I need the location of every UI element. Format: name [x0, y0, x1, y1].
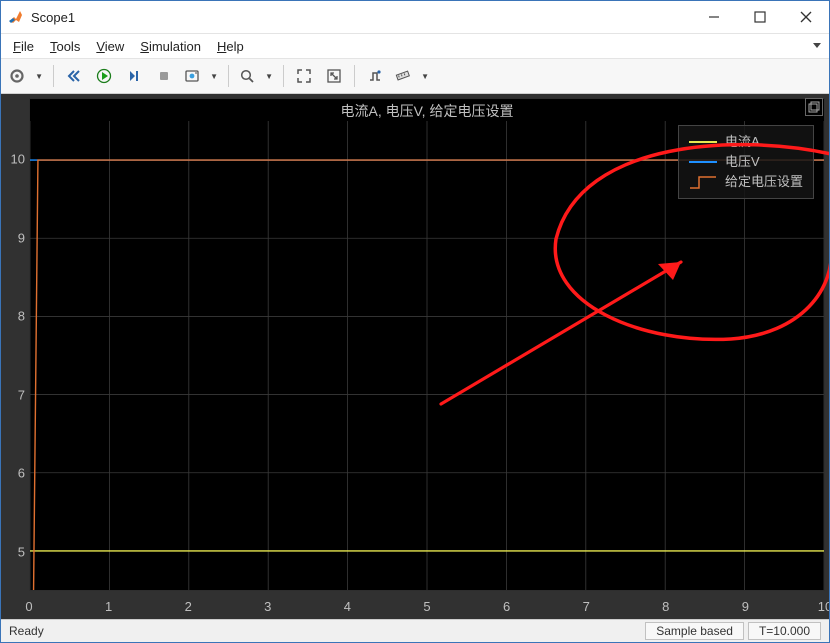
- caret-down-icon: ▼: [35, 72, 43, 81]
- x-tick-label: 2: [185, 599, 192, 614]
- toolbar-separator: [53, 65, 54, 87]
- x-tick-label: 5: [423, 599, 430, 614]
- menu-file[interactable]: File: [7, 37, 44, 56]
- y-tick-label: 5: [18, 544, 25, 559]
- caret-down-icon: ▼: [421, 72, 429, 81]
- y-tick-label: 9: [18, 230, 25, 245]
- menu-help[interactable]: Help: [211, 37, 254, 56]
- stop-button[interactable]: [150, 62, 178, 90]
- maximize-button[interactable]: [737, 1, 783, 33]
- toolbar-separator: [283, 65, 284, 87]
- toolbar: ▼ ▼ ▼: [1, 59, 829, 94]
- status-mode: Sample based: [645, 622, 744, 640]
- menubar-corner-icon[interactable]: [811, 40, 823, 52]
- toolbar-separator: [228, 65, 229, 87]
- x-tick-label: 4: [344, 599, 351, 614]
- zoom-button[interactable]: ▼: [235, 62, 277, 90]
- x-tick-label: 9: [742, 599, 749, 614]
- legend-item: 电压V: [689, 152, 803, 172]
- legend-label: 电压V: [725, 152, 760, 172]
- status-bar: Ready Sample based T=10.000: [1, 619, 829, 642]
- titlebar: Scope1: [1, 1, 829, 34]
- matlab-icon: [7, 8, 25, 26]
- legend-label: 电流A: [725, 132, 760, 152]
- measurements-button[interactable]: ▼: [391, 62, 433, 90]
- run-button[interactable]: [90, 62, 118, 90]
- y-tick-label: 8: [18, 309, 25, 324]
- chart[interactable]: 电流A, 电压V, 给定电压设置 电流A 电压V 给定电压设置: [29, 98, 825, 591]
- fit-button[interactable]: [320, 62, 348, 90]
- x-tick-label: 7: [583, 599, 590, 614]
- app-window: Scope1 File Tools View Simulation Help ▼: [0, 0, 830, 643]
- legend-item: 给定电压设置: [689, 172, 803, 192]
- rewind-button[interactable]: [60, 62, 88, 90]
- legend-swatch: [689, 161, 717, 163]
- autofit-button[interactable]: [290, 62, 318, 90]
- menu-tools[interactable]: Tools: [44, 37, 90, 56]
- menu-simulation[interactable]: Simulation: [134, 37, 211, 56]
- chart-legend[interactable]: 电流A 电压V 给定电压设置: [678, 125, 814, 199]
- window-title: Scope1: [31, 10, 75, 25]
- x-tick-label: 3: [264, 599, 271, 614]
- close-button[interactable]: [783, 1, 829, 33]
- x-tick-label: 6: [503, 599, 510, 614]
- legend-item: 电流A: [689, 132, 803, 152]
- y-axis-labels: 5 6 7 8 9 10: [1, 120, 29, 591]
- config-button[interactable]: ▼: [5, 62, 47, 90]
- legend-swatch: [689, 141, 717, 143]
- caret-down-icon: ▼: [210, 72, 218, 81]
- caret-down-icon: ▼: [265, 72, 273, 81]
- toolbar-separator: [354, 65, 355, 87]
- snapshot-button[interactable]: ▼: [180, 62, 222, 90]
- menu-view[interactable]: View: [90, 37, 134, 56]
- x-tick-label: 0: [25, 599, 32, 614]
- y-tick-label: 6: [18, 466, 25, 481]
- triggers-button[interactable]: [361, 62, 389, 90]
- chart-title: 电流A, 电压V, 给定电压设置: [30, 101, 824, 121]
- x-axis-labels: 012345678910: [29, 595, 825, 619]
- menubar: File Tools View Simulation Help: [1, 34, 829, 59]
- status-time: T=10.000: [748, 622, 821, 640]
- legend-swatch: [689, 175, 717, 189]
- x-tick-label: 1: [105, 599, 112, 614]
- legend-label: 给定电压设置: [725, 172, 803, 192]
- x-tick-label: 10: [818, 599, 829, 614]
- y-tick-label: 7: [18, 387, 25, 402]
- status-ready: Ready: [9, 624, 44, 638]
- step-forward-button[interactable]: [120, 62, 148, 90]
- chart-area: 电流A, 电压V, 给定电压设置 电流A 电压V 给定电压设置: [1, 94, 829, 619]
- y-tick-label: 10: [11, 152, 25, 167]
- minimize-button[interactable]: [691, 1, 737, 33]
- restore-axes-button[interactable]: [805, 98, 823, 116]
- x-tick-label: 8: [662, 599, 669, 614]
